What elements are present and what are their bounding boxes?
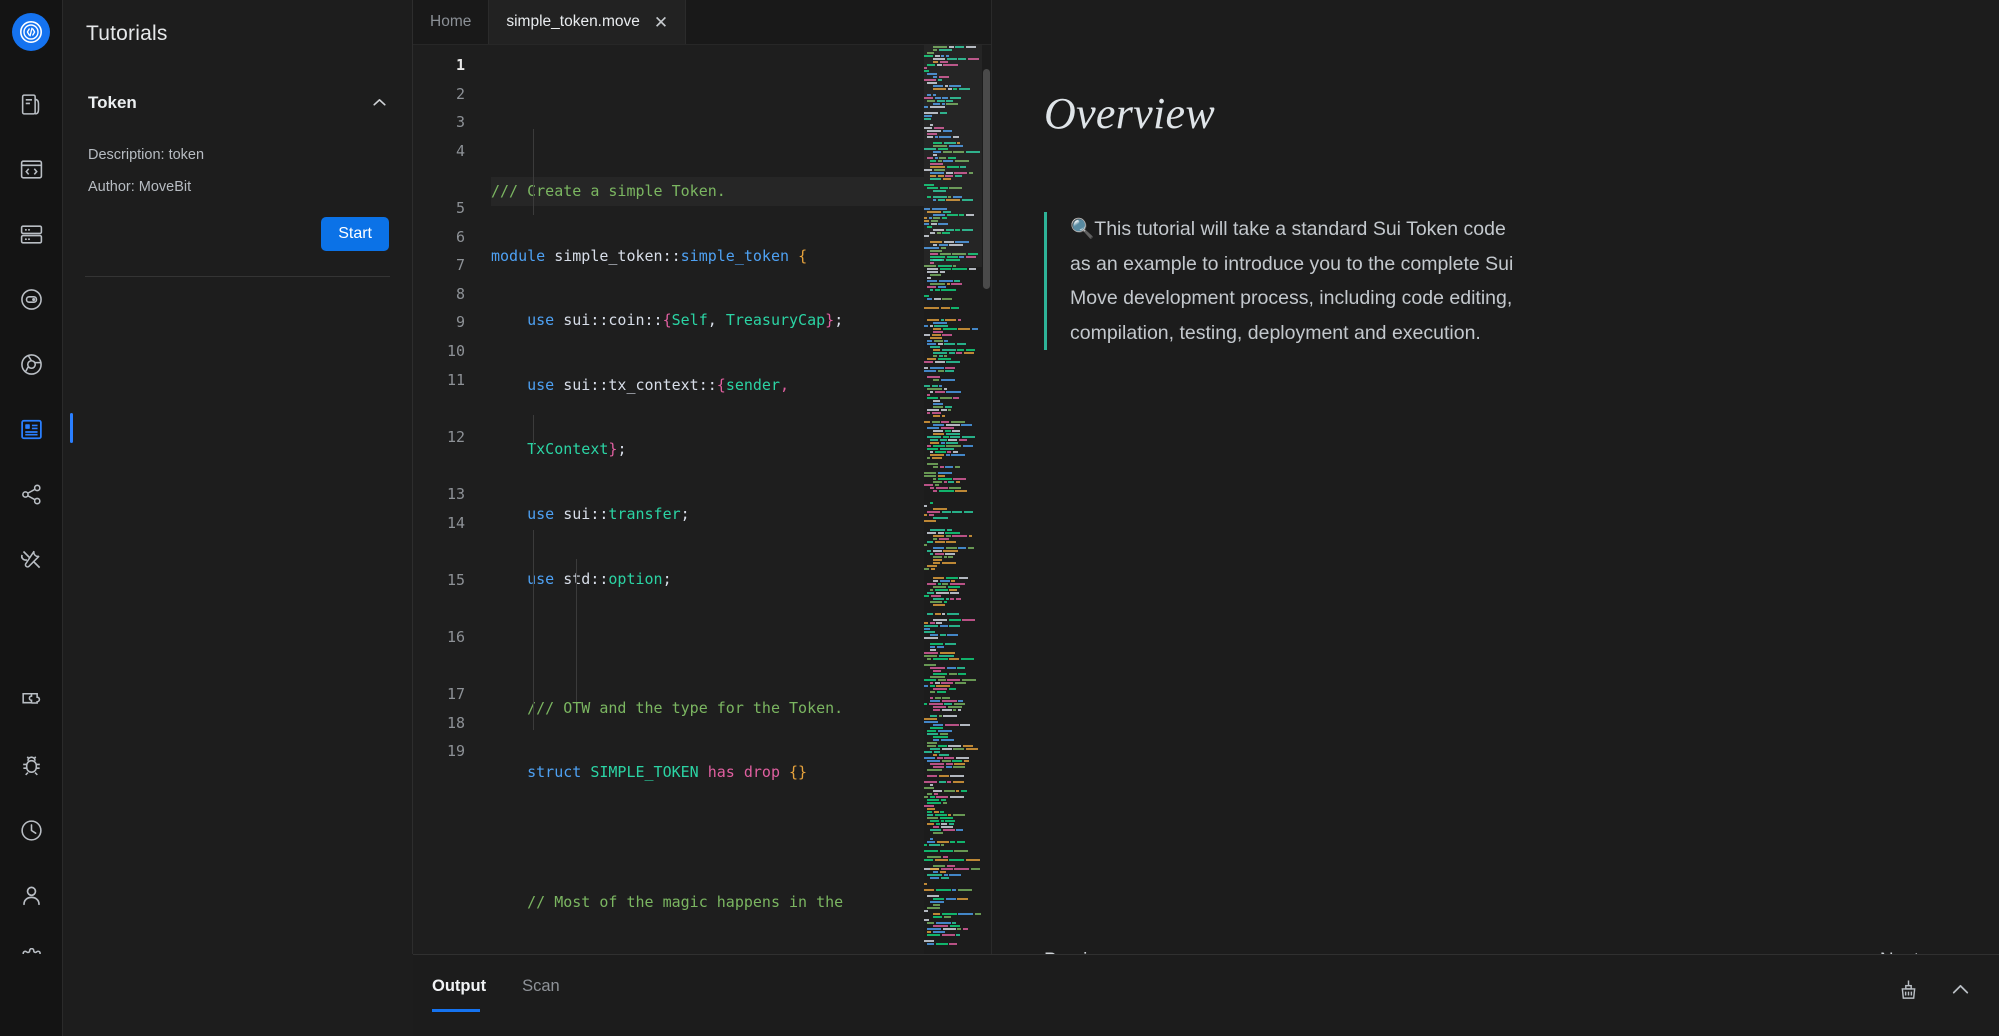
tutorial-card-title: Token (88, 92, 137, 112)
panel-title: Tutorials (86, 22, 168, 45)
line-number: 7 (455, 256, 465, 275)
minimap-slider[interactable] (924, 45, 982, 267)
code-line: struct SIMPLE_TOKEN has drop {} (527, 763, 808, 782)
app-root: Tutorials Token Description: token Autho… (0, 0, 1999, 1036)
line-number: 2 (455, 84, 465, 103)
tab-simple-token-move[interactable]: simple_token.move ✕ (489, 0, 687, 44)
line-number: 18 (446, 713, 465, 732)
clear-broom-icon[interactable] (1897, 978, 1920, 1001)
line-number: 9 (455, 313, 465, 332)
code-line: // Most of the magic happens in the (527, 892, 844, 911)
tab-scan[interactable]: Scan (522, 977, 560, 1012)
code-line: module simple_token::simple_token { (491, 246, 808, 265)
line-number-gutter: 1 2 3 4 . 5 6 7 8 9 10 11 . 12 . 13 14 (413, 45, 481, 1036)
code-line: use sui::coin::{Self, TreasuryCap}; (527, 311, 844, 330)
start-button[interactable]: Start (321, 217, 389, 251)
tutorial-author: Author: MoveBit (88, 179, 192, 195)
tutorial-card-meta: Description: token Author: MoveBit (85, 139, 390, 203)
editor-tabbar: Home simple_token.move ✕ (413, 0, 991, 45)
tutorial-card-token: Token Description: token Author: MoveBit… (85, 92, 390, 277)
bottom-activity-filler (0, 954, 63, 1036)
files-icon[interactable] (11, 84, 51, 124)
line-number: 16 (446, 627, 465, 646)
tutorial-card-actions: Start (85, 217, 390, 251)
line-number: 15 (446, 570, 465, 589)
line-number: 13 (446, 484, 465, 503)
code-line: use sui::tx_context::{sender, (527, 375, 790, 394)
bug-icon[interactable] (11, 745, 51, 785)
chevron-up-icon[interactable] (369, 92, 390, 113)
chevron-up-icon[interactable] (1948, 977, 1973, 1002)
movebit-logo (13, 14, 49, 50)
line-number: 17 (446, 685, 465, 704)
tab-output[interactable]: Output (432, 977, 486, 1012)
code-line: use std::option; (527, 569, 672, 588)
doc-body: Overview 🔍This tutorial will take a stan… (992, 0, 1999, 942)
sidebar-item-tutorials[interactable] (11, 409, 73, 449)
editor-area[interactable]: 1 2 3 4 . 5 6 7 8 9 10 11 . 12 . 13 14 (413, 45, 991, 1036)
line-number: 3 (455, 113, 465, 132)
account-icon[interactable] (11, 875, 51, 915)
line-number: 12 (446, 427, 465, 446)
tab-home[interactable]: Home (413, 0, 490, 44)
code-line: /// OTW and the type for the Token. (527, 698, 844, 717)
magnifier-icon: 🔍 (1070, 218, 1095, 240)
tab-label: simple_token.move (506, 13, 640, 30)
doc-quote-text: This tutorial will take a standard Sui T… (1070, 218, 1514, 344)
line-number: 19 (446, 742, 465, 761)
divider (85, 276, 390, 277)
doc-blockquote: 🔍This tutorial will take a standard Sui … (1044, 212, 1524, 350)
editor-scrollbar[interactable] (982, 45, 991, 1036)
tools-icon[interactable] (11, 539, 51, 579)
close-icon[interactable]: ✕ (654, 14, 668, 31)
line-number: 5 (455, 198, 465, 217)
line-number: 14 (446, 513, 465, 532)
tutorial-doc-panel: Overview 🔍This tutorial will take a stan… (991, 0, 1999, 1036)
code-line: use sui::transfer; (527, 504, 690, 523)
code-line: /// Create a simple Token. (491, 177, 991, 206)
line-number: 10 (446, 341, 465, 360)
bottom-panel: Output Scan (413, 954, 1999, 1036)
history-icon[interactable] (11, 810, 51, 850)
activity-bar (0, 0, 73, 1036)
line-number: 4 (455, 141, 465, 160)
share-icon[interactable] (11, 474, 51, 514)
bottom-panel-tabs: Output Scan (413, 955, 596, 1012)
code-content[interactable]: /// Create a simple Token. module simple… (481, 45, 991, 1036)
browser-icon[interactable] (11, 344, 51, 384)
tutorial-description: Description: token (88, 147, 205, 163)
wallet-icon[interactable] (11, 279, 51, 319)
tutorial-card-header[interactable]: Token (85, 92, 390, 113)
line-number: 8 (455, 284, 465, 303)
tutorials-panel: Tutorials Token Description: token Autho… (63, 0, 413, 1036)
app-logo[interactable] (13, 14, 49, 50)
code-line: TxContext}; (527, 440, 627, 459)
code-editor-icon[interactable] (11, 149, 51, 189)
scrollbar-thumb[interactable] (983, 69, 990, 289)
line-number: 11 (446, 370, 465, 389)
tab-label: Home (430, 13, 472, 30)
editor-panel: Home simple_token.move ✕ 1 2 3 4 . 5 6 7… (413, 0, 991, 1036)
plugin-icon[interactable] (11, 680, 51, 720)
server-icon[interactable] (11, 214, 51, 254)
code-scroll[interactable]: 1 2 3 4 . 5 6 7 8 9 10 11 . 12 . 13 14 (413, 45, 991, 1036)
line-number: 6 (455, 227, 465, 246)
line-number: 1 (455, 56, 465, 74)
doc-heading: Overview (1044, 89, 1215, 138)
bottom-panel-actions (1897, 955, 1999, 1002)
